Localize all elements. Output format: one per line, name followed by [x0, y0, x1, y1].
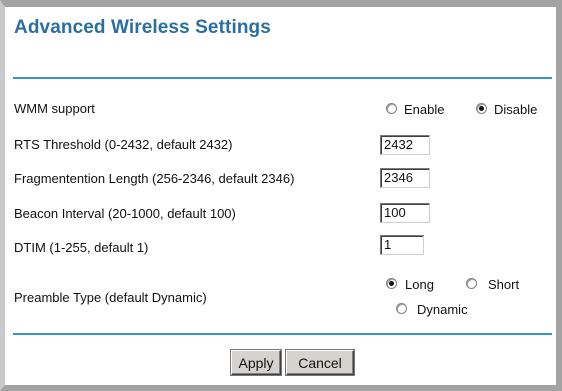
wmm-enable-label: Enable — [404, 102, 445, 117]
preamble-long-radio[interactable] — [386, 278, 397, 289]
preamble-short-radio[interactable] — [466, 278, 477, 289]
fragmentation-length-label: Fragmentention Length (256-2346, default… — [14, 171, 295, 186]
beacon-interval-label: Beacon Interval (20-1000, default 100) — [14, 206, 236, 221]
rts-threshold-input[interactable]: 2432 — [380, 135, 430, 155]
apply-button[interactable]: Apply — [231, 350, 281, 375]
page-title: Advanced Wireless Settings — [14, 17, 271, 38]
wmm-support-label: WMM support — [14, 101, 95, 116]
top-divider — [13, 77, 552, 79]
bottom-divider — [13, 333, 552, 335]
preamble-dynamic-label: Dynamic — [417, 302, 468, 317]
preamble-short-label: Short — [488, 277, 520, 292]
wmm-disable-label: Disable — [494, 102, 538, 117]
wmm-disable-radio[interactable] — [476, 103, 487, 114]
dtim-input[interactable]: 1 — [380, 235, 424, 255]
dtim-label: DTIM (1-255, default 1) — [14, 240, 149, 255]
rts-threshold-label: RTS Threshold (0-2432, default 2432) — [14, 137, 233, 152]
preamble-long-label: Long — [405, 277, 434, 292]
fragmentation-length-input[interactable]: 2346 — [380, 168, 430, 188]
preamble-type-label: Preamble Type (default Dynamic) — [14, 290, 207, 305]
cancel-button[interactable]: Cancel — [286, 350, 354, 375]
preamble-dynamic-radio[interactable] — [396, 303, 407, 314]
beacon-interval-input[interactable]: 100 — [380, 203, 430, 223]
wmm-enable-radio[interactable] — [386, 103, 397, 114]
